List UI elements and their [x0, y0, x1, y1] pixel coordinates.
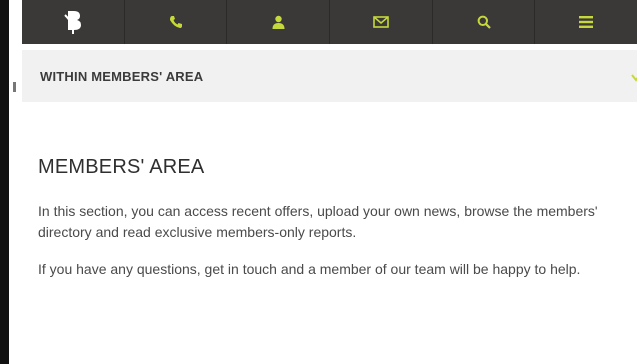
- search-icon: [477, 15, 491, 29]
- phone-icon: [169, 15, 183, 29]
- mail-button[interactable]: [330, 0, 433, 44]
- page-title: MEMBERS' AREA: [38, 156, 205, 178]
- intro-paragraph: In this section, you can access recent o…: [38, 203, 598, 240]
- search-button[interactable]: [433, 0, 536, 44]
- stray-mark: [13, 82, 16, 92]
- user-icon: [272, 15, 285, 29]
- page: WITHIN MEMBERS' AREA MEMBERS' AREA In th…: [0, 0, 637, 364]
- phone-button[interactable]: [125, 0, 228, 44]
- subnav-label: WITHIN MEMBERS' AREA: [40, 68, 204, 84]
- chevron-down-icon[interactable]: [631, 69, 637, 87]
- menu-button[interactable]: [535, 0, 637, 44]
- window-left-border: [0, 0, 9, 364]
- help-paragraph: If you have any questions, get in touch …: [38, 261, 581, 277]
- main-content: MEMBERS' AREA In this section, you can a…: [38, 156, 628, 296]
- menu-icon: [579, 16, 594, 28]
- top-nav-bar: [22, 0, 637, 44]
- window-left-gap: [9, 0, 22, 364]
- user-button[interactable]: [227, 0, 331, 44]
- mail-icon: [373, 16, 389, 28]
- logo-button[interactable]: [22, 0, 125, 44]
- subnav-dropdown[interactable]: WITHIN MEMBERS' AREA: [22, 50, 637, 102]
- logo-icon: [62, 9, 84, 35]
